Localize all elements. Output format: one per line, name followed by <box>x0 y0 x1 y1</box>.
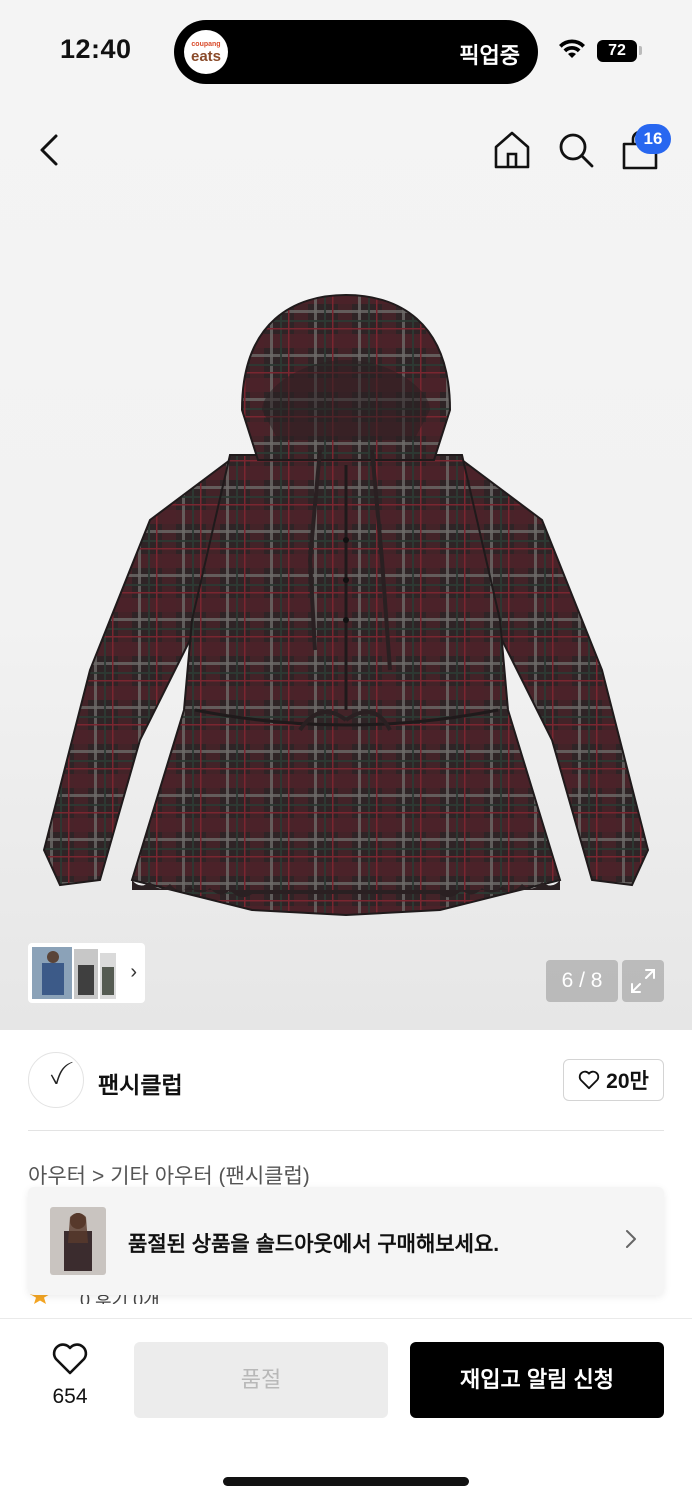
image-counter: 6 / 8 <box>546 960 618 1002</box>
breadcrumb: 아우터 > 기타 아우터 (팬시클럽) <box>28 1160 310 1190</box>
breadcrumb-subcategory[interactable]: 기타 아우터 (팬시클럽) <box>110 1165 310 1188</box>
soldout-button[interactable]: 품절 <box>134 1342 388 1418</box>
island-status-text: 픽업중 <box>459 43 520 68</box>
home-indicator[interactable] <box>223 1477 469 1486</box>
brand-like-button[interactable]: 20만 <box>563 1059 664 1101</box>
coupang-eats-logo: coupang eats <box>184 30 228 74</box>
toast-message: 품절된 상품을 솔드아웃에서 구매해보세요. <box>128 1233 500 1256</box>
chevron-right-icon <box>626 1230 636 1248</box>
dynamic-island[interactable]: coupang eats 픽업중 <box>174 20 538 84</box>
toast-thumbnail <box>50 1207 106 1275</box>
search-icon[interactable] <box>554 128 598 172</box>
battery-indicator: 72 <box>597 40 637 62</box>
home-icon[interactable] <box>490 128 534 172</box>
thumbnail-strip[interactable]: › <box>28 943 145 1003</box>
brand-logo[interactable]: ꪜ <box>28 1052 84 1108</box>
product-image[interactable] <box>30 290 662 930</box>
breadcrumb-separator: > <box>91 1165 105 1188</box>
wishlist-button[interactable]: 654 <box>40 1342 100 1409</box>
heart-icon <box>52 1343 88 1375</box>
chevron-right-icon: › <box>130 961 137 983</box>
restock-alert-button[interactable]: 재입고 알림 신청 <box>410 1342 664 1418</box>
heart-icon <box>578 1070 600 1090</box>
logo-bottom-text: eats <box>190 47 222 65</box>
back-arrow-icon[interactable] <box>30 128 70 172</box>
brand-like-count: 20만 <box>606 1070 649 1093</box>
wifi-icon <box>559 39 585 58</box>
breadcrumb-category[interactable]: 아우터 <box>28 1165 86 1188</box>
thumbnail-images <box>32 947 116 999</box>
expand-icon[interactable] <box>622 960 664 1002</box>
status-time: 12:40 <box>60 34 132 64</box>
wishlist-count: 654 <box>52 1385 88 1408</box>
brand-name[interactable]: 팬시클럽 <box>98 1066 183 1100</box>
cart-count-badge: 16 <box>635 124 671 154</box>
soldout-toast[interactable]: 품절된 상품을 솔드아웃에서 구매해보세요. <box>28 1187 664 1295</box>
battery-tip <box>639 46 642 55</box>
divider <box>28 1130 664 1131</box>
